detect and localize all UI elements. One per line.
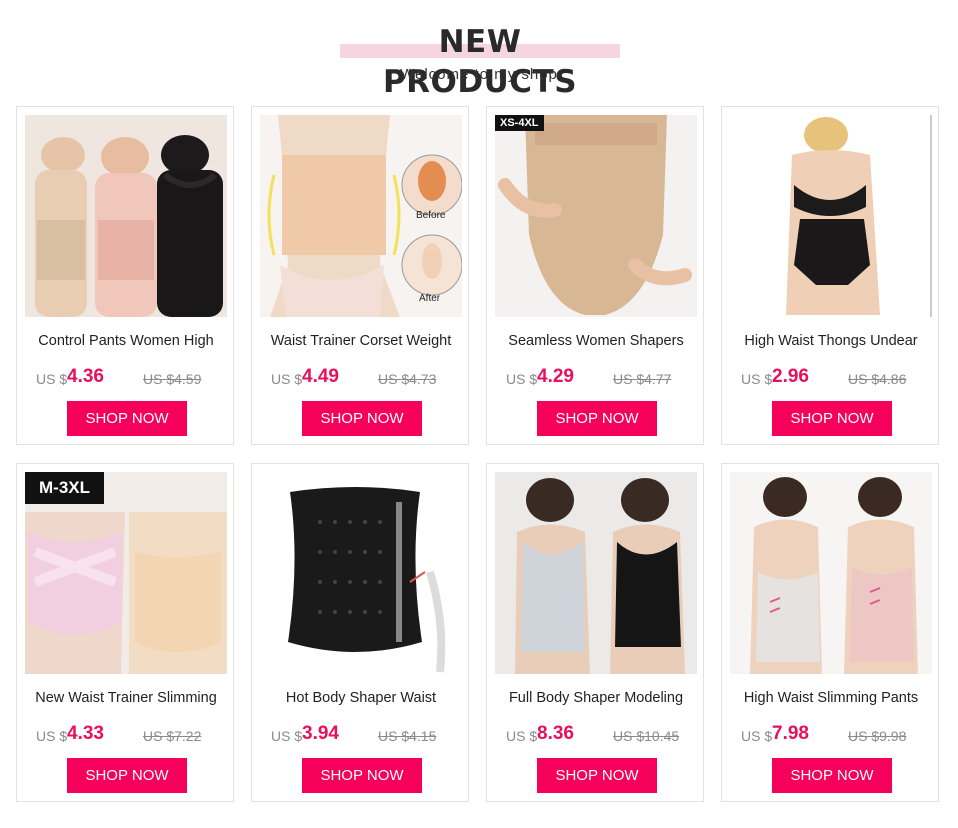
- title-wrap: NEW PRODUCTS: [340, 22, 620, 100]
- product-price: 8.36: [537, 723, 574, 744]
- currency-label: US $: [36, 728, 68, 744]
- product-name[interactable]: High Waist Slimming Pants: [722, 690, 940, 706]
- product-price: 3.94: [302, 723, 339, 744]
- product-name[interactable]: High Waist Thongs Undear: [722, 333, 940, 349]
- product-image[interactable]: XS-4XL: [495, 115, 697, 317]
- product-price: 4.33: [67, 723, 104, 744]
- product-image[interactable]: Before After: [260, 115, 462, 317]
- product-card[interactable]: High Waist Slimming Pants US $ 7.98 US $…: [721, 463, 939, 802]
- currency-label: US $: [741, 728, 773, 744]
- product-image[interactable]: [260, 472, 462, 674]
- shop-now-button[interactable]: SHOP NOW: [772, 758, 892, 793]
- shop-now-button[interactable]: SHOP NOW: [67, 758, 187, 793]
- product-card[interactable]: Control Pants Women High US $ 4.36 US $4…: [16, 106, 234, 445]
- shop-now-button[interactable]: SHOP NOW: [302, 401, 422, 436]
- original-price: US $4.77: [613, 371, 672, 387]
- size-badge: M-3XL: [25, 472, 104, 504]
- product-image[interactable]: [730, 472, 932, 674]
- product-price: 4.36: [67, 366, 104, 387]
- before-label: Before: [416, 210, 446, 221]
- product-price: 4.29: [537, 366, 574, 387]
- product-image[interactable]: [25, 115, 227, 317]
- currency-label: US $: [271, 728, 303, 744]
- product-name[interactable]: Waist Trainer Corset Weight: [252, 333, 470, 349]
- section-title: NEW PRODUCTS: [382, 24, 578, 100]
- product-name[interactable]: Control Pants Women High: [17, 333, 235, 349]
- product-card[interactable]: M-3XL New Waist Trainer Slimming US $ 4.…: [16, 463, 234, 802]
- product-price: 7.98: [772, 723, 809, 744]
- currency-label: US $: [271, 371, 303, 387]
- product-name[interactable]: Seamless Women Shapers: [487, 333, 705, 349]
- shop-now-button[interactable]: SHOP NOW: [302, 758, 422, 793]
- product-name[interactable]: Hot Body Shaper Waist: [252, 690, 470, 706]
- original-price: US $4.86: [848, 371, 907, 387]
- product-image[interactable]: M-3XL: [25, 472, 227, 674]
- price-row: US $ 3.94 US $4.15: [271, 723, 461, 749]
- after-label: After: [419, 293, 441, 304]
- product-name[interactable]: New Waist Trainer Slimming: [17, 690, 235, 706]
- shop-now-button[interactable]: SHOP NOW: [772, 401, 892, 436]
- price-row: US $ 4.49 US $4.73: [271, 366, 461, 392]
- price-row: US $ 2.96 US $4.86: [741, 366, 931, 392]
- product-card[interactable]: High Waist Thongs Undear US $ 2.96 US $4…: [721, 106, 939, 445]
- product-card[interactable]: Hot Body Shaper Waist US $ 3.94 US $4.15…: [251, 463, 469, 802]
- original-price: US $9.98: [848, 728, 907, 744]
- section-header: NEW PRODUCTS Welcome to my shop: [0, 0, 958, 100]
- price-row: US $ 7.98 US $9.98: [741, 723, 931, 749]
- price-row: US $ 4.29 US $4.77: [506, 366, 696, 392]
- section-subtitle: Welcome to my shop: [400, 66, 558, 83]
- price-row: US $ 4.33 US $7.22: [36, 723, 226, 749]
- original-price: US $10.45: [613, 728, 680, 744]
- product-price: 2.96: [772, 366, 809, 387]
- price-row: US $ 4.36 US $4.59: [36, 366, 226, 392]
- currency-label: US $: [506, 728, 538, 744]
- currency-label: US $: [506, 371, 538, 387]
- original-price: US $4.73: [378, 371, 437, 387]
- product-card[interactable]: Before After Waist Trainer Corset Weight…: [251, 106, 469, 445]
- original-price: US $4.15: [378, 728, 437, 744]
- currency-label: US $: [741, 371, 773, 387]
- shop-now-button[interactable]: SHOP NOW: [537, 401, 657, 436]
- product-price: 4.49: [302, 366, 339, 387]
- product-image[interactable]: [730, 115, 932, 317]
- price-row: US $ 8.36 US $10.45: [506, 723, 696, 749]
- currency-label: US $: [36, 371, 68, 387]
- product-card[interactable]: Full Body Shaper Modeling US $ 8.36 US $…: [486, 463, 704, 802]
- product-image[interactable]: [495, 472, 697, 674]
- shop-now-button[interactable]: SHOP NOW: [537, 758, 657, 793]
- product-card[interactable]: XS-4XL Seamless Women Shapers US $ 4.29 …: [486, 106, 704, 445]
- original-price: US $4.59: [143, 371, 202, 387]
- size-badge: XS-4XL: [495, 115, 544, 131]
- original-price: US $7.22: [143, 728, 202, 744]
- shop-now-button[interactable]: SHOP NOW: [67, 401, 187, 436]
- product-name[interactable]: Full Body Shaper Modeling: [487, 690, 705, 706]
